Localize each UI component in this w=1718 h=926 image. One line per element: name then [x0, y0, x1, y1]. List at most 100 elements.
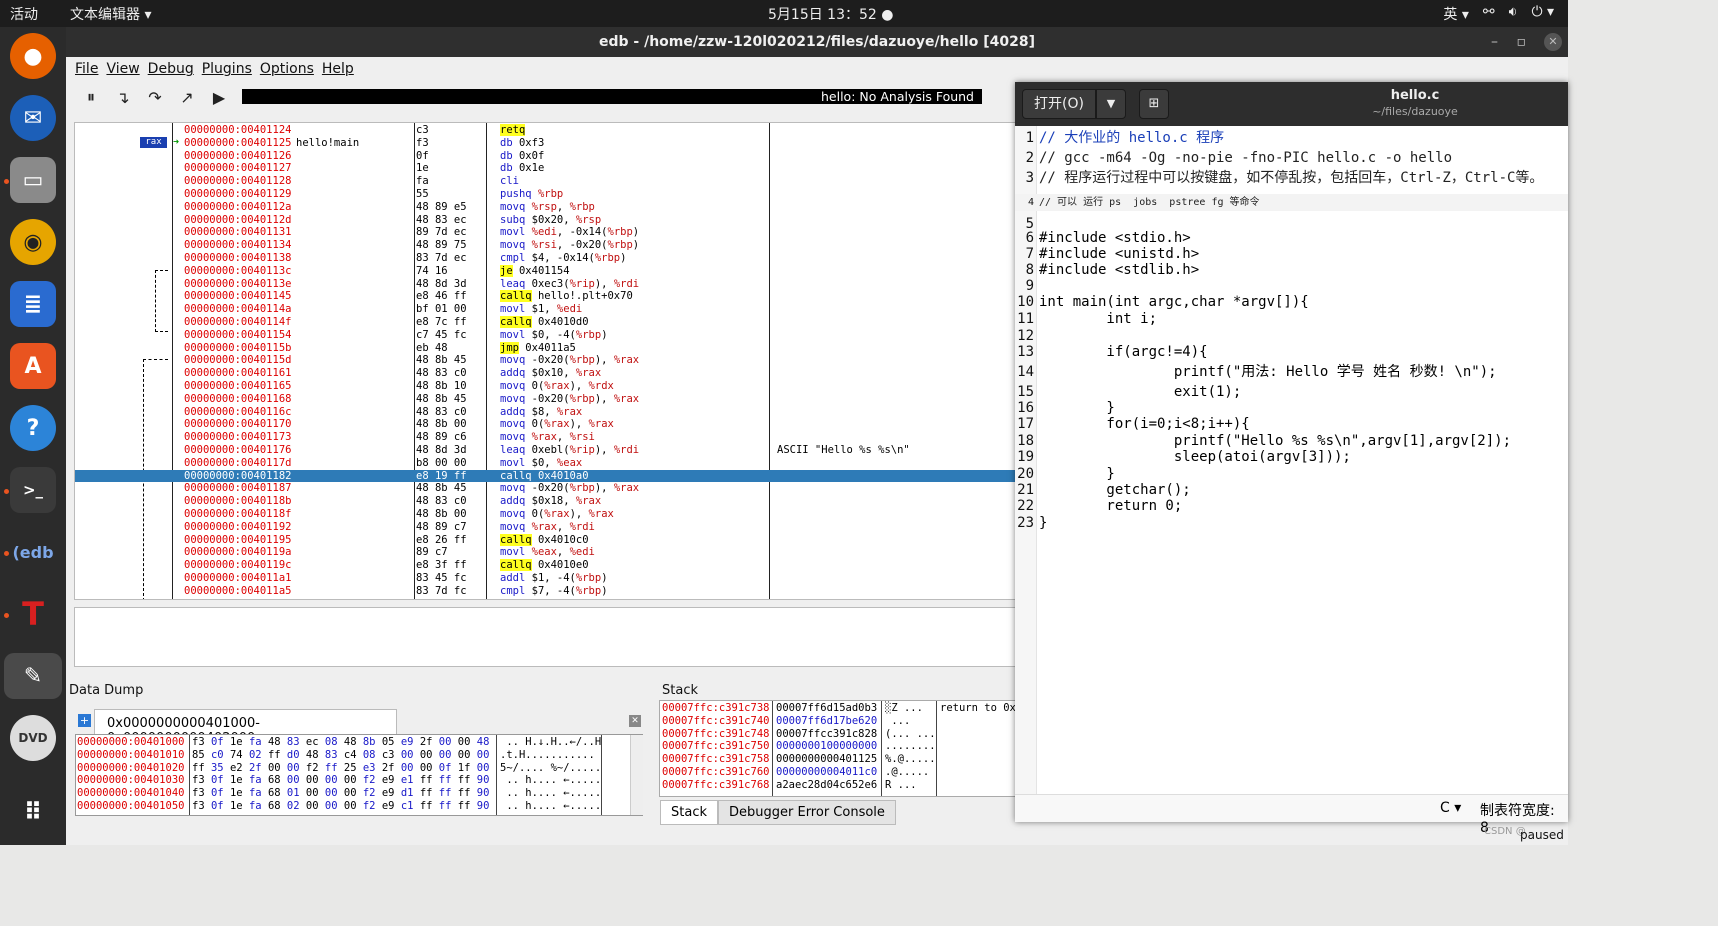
disasm-row[interactable]: 00000000:00401173 48 89 c6 movq %rax, %rsi: [75, 431, 1017, 444]
terminal-icon[interactable]: >_: [10, 467, 56, 513]
instruction-address: 00000000:00401134: [184, 239, 292, 252]
stack-value: 0000000100000000: [776, 740, 878, 753]
disasm-row[interactable]: 00000000:00401170 48 8b 00 movq 0(%rax), %…: [75, 418, 1017, 431]
firefox-icon[interactable]: ●: [10, 33, 56, 79]
code-line: 2 // gcc -m64 -Og -no-pie -fno-PIC hello.…: [1015, 150, 1568, 167]
minimize-icon[interactable]: –: [1491, 27, 1498, 57]
disasm-row[interactable]: 00000000:00401126 0f db 0x0f: [75, 150, 1017, 163]
maximize-icon[interactable]: ▫: [1517, 27, 1527, 57]
tab-debugger-error-console[interactable]: Debugger Error Console: [718, 800, 896, 825]
data-dump-tab[interactable]: 0x0000000000401000-0x0000000000402000: [94, 709, 397, 746]
stack-view[interactable]: 00007ffc:c391c738 00007ff6d15ad0b3 ░Z ... r…: [659, 700, 1017, 797]
menu-plugins[interactable]: Plugins: [202, 61, 252, 81]
disasm-row[interactable]: 00000000:0040114a bf 01 00 movl $1, %edi: [75, 303, 1017, 316]
pause-icon[interactable]: ⏸: [80, 86, 102, 108]
code-line: 9: [1015, 278, 1568, 295]
tex-icon[interactable]: T: [10, 591, 56, 637]
disasm-row[interactable]: 00000000:0040112a 48 89 e5 movq %rsp, %rbp: [75, 201, 1017, 214]
run-icon[interactable]: ▶: [208, 86, 230, 108]
register: %edi: [531, 226, 557, 239]
data-dump-view[interactable]: 00000000:00401000 f3 0f 1e fa 48 83 ec 08…: [75, 734, 643, 816]
code-line: 7 #include <unistd.h>: [1015, 246, 1568, 263]
disasm-row[interactable]: 00000000:0040113c 74 16 je 0x401154: [75, 264, 1017, 278]
scrollbar[interactable]: [630, 735, 643, 815]
disasm-row[interactable]: 00000000:0040118b 48 83 c0 addq $0x18, %ra…: [75, 495, 1017, 508]
open-button[interactable]: 打开(O): [1022, 89, 1096, 119]
disasm-row[interactable]: 00000000:00401145 e8 46 ff callq hello!.pl…: [75, 290, 1017, 303]
gedit-icon[interactable]: ✎: [4, 653, 62, 699]
disasm-row[interactable]: 00000000:0040113e 48 8d 3d leaq 0xec3(%rip…: [75, 277, 1017, 291]
language-selector[interactable]: C ▾: [1440, 800, 1461, 816]
activities-button[interactable]: 活动: [10, 4, 38, 24]
disasm-row[interactable]: 00000000:004011a5 83 7d fc cmpl $7, -4(%rb…: [75, 585, 1017, 598]
step-over-icon[interactable]: ↷: [144, 86, 166, 108]
close-tab-icon[interactable]: ✕: [629, 715, 641, 727]
disasm-row[interactable]: 00000000:0040117d b8 00 00 movl $0, %eax: [75, 457, 1017, 470]
line-number: 20: [1017, 466, 1034, 482]
disasm-row[interactable]: 00000000:00401124 c3 retq: [75, 124, 1017, 137]
disasm-row[interactable]: 00000000:00401168 48 8b 45 movq -0x20(%rbp…: [75, 393, 1017, 406]
editor-text-area[interactable]: 1 // 大作业的 hello.c 程序 2 // gcc -m64 -Og -no-…: [1015, 126, 1568, 794]
disassembly-view[interactable]: 00000000:00401124 c3 retq 00000000:00401125…: [74, 122, 1018, 600]
rhythmbox-icon[interactable]: ◉: [10, 219, 56, 265]
menu-file[interactable]: File: [75, 61, 98, 81]
disasm-row[interactable]: 00000000:00401161 48 83 c0 addq $0x10, %ra…: [75, 367, 1017, 380]
tab-stack[interactable]: Stack: [660, 800, 718, 825]
menu-help[interactable]: Help: [322, 61, 354, 81]
disasm-row[interactable]: 00000000:0040116c 48 83 c0 addq $8, %rax: [75, 405, 1017, 419]
apps-grid-icon[interactable]: ⠿: [10, 789, 56, 835]
menu-view[interactable]: View: [106, 61, 139, 81]
disasm-row[interactable]: 00000000:0040118f 48 8b 00 movq 0(%rax), %…: [75, 508, 1017, 521]
mnemonic: callq: [500, 533, 532, 546]
step-out-icon[interactable]: ↗: [176, 86, 198, 108]
new-document-icon[interactable]: ⊞: [1139, 89, 1169, 119]
disasm-row[interactable]: 00000000:0040115b eb 48 jmp 0x4011a5: [75, 341, 1017, 355]
menu-debug[interactable]: Debug: [148, 61, 194, 81]
disasm-row[interactable]: 00000000:00401176 48 8d 3d leaq 0xebl(%rip…: [75, 444, 1017, 457]
instruction-address: 00000000:0040116c: [184, 405, 292, 418]
disasm-row[interactable]: 00000000:004011a1 83 45 fc addl $1, -4(%rb…: [75, 572, 1017, 585]
disasm-row[interactable]: 00000000:00401128 fa cli: [75, 175, 1017, 188]
disasm-row[interactable]: 00000000:00401165 48 8b 10 movq 0(%rax), %…: [75, 380, 1017, 393]
help-icon[interactable]: ?: [10, 405, 56, 451]
disasm-row[interactable]: 00000000:00401134 48 89 75 movq %rsi, -0x2…: [75, 239, 1017, 252]
writer-icon[interactable]: ≣: [10, 281, 56, 327]
hex-byte: ec: [305, 736, 319, 748]
disasm-row[interactable]: 00000000:00401131 89 7d ec movl %edi, -0x1…: [75, 226, 1017, 239]
close-icon[interactable]: ✕: [1544, 33, 1562, 51]
disasm-row[interactable]: 00000000:00401154 c7 45 fc movl $0, -4(%rb…: [75, 329, 1017, 342]
add-tab-icon[interactable]: +: [78, 714, 91, 727]
disasm-row[interactable]: 00000000:0040112d 48 83 ec subq $0x20, %rs…: [75, 214, 1017, 227]
disasm-row[interactable]: 00000000:0040114f e8 7c ff callq 0x4010d0: [75, 316, 1017, 329]
code-line: 17 for(i=0;i<8;i++){: [1015, 416, 1568, 433]
files-icon[interactable]: ▭: [10, 157, 56, 203]
disasm-row[interactable]: 00000000:00401129 55 pushq %rbp: [75, 188, 1017, 201]
disasm-row[interactable]: 00000000:0040115d 48 8b 45 movq -0x20(%rbp…: [75, 354, 1017, 367]
dvd-icon[interactable]: DVD: [10, 715, 56, 761]
disasm-row[interactable]: 00000000:00401125 hello!main f3 db 0xf3: [75, 136, 1017, 150]
edb-icon[interactable]: (edb: [10, 529, 56, 575]
mnemonic: db: [500, 136, 513, 149]
app-menu-button[interactable]: 文本编辑器 ▾: [70, 4, 151, 24]
disasm-row[interactable]: 00000000:00401187 48 8b 45 movq -0x20(%rbp…: [75, 482, 1017, 495]
thunderbird-icon[interactable]: ✉: [10, 95, 56, 141]
disasm-row[interactable]: 00000000:00401127 1e db 0x1e: [75, 162, 1017, 175]
disasm-row[interactable]: 00000000:00401192 48 89 c7 movq %rax, %rdi: [75, 521, 1017, 534]
clock[interactable]: 5月15日 13：52 ●: [768, 4, 893, 24]
disasm-row[interactable]: 00000000:00401195 e8 26 ff callq 0x4010c0: [75, 533, 1017, 547]
system-tray[interactable]: 英 ▾ ⚯ 🔉︎ ⏻ ▾: [1443, 4, 1554, 24]
register: %rax: [613, 354, 640, 367]
menu-options[interactable]: Options: [260, 61, 314, 81]
input-method[interactable]: 英 ▾: [1443, 4, 1468, 24]
instruction-bytes: 89 7d ec: [416, 226, 467, 239]
disasm-row[interactable]: 00000000:00401138 83 7d ec cmpl $4, -0x14(…: [75, 252, 1017, 265]
stack-value: 0000000000401125: [776, 753, 878, 766]
software-icon[interactable]: A: [10, 343, 56, 389]
disasm-row[interactable]: 00000000:0040119c e8 3f ff callq 0x4010e0: [75, 559, 1017, 572]
disasm-row[interactable]: 00000000:0040119a 89 c7 movl %eax, %edi: [75, 546, 1017, 559]
code-line: 19 sleep(atoi(argv[3]));: [1015, 449, 1568, 466]
step-into-icon[interactable]: ↴: [112, 86, 134, 108]
register: %rdi: [613, 277, 640, 290]
chevron-down-icon[interactable]: ▼: [1096, 89, 1126, 119]
disasm-row[interactable]: 00000000:00401182 e8 19 ff callq 0x4010a0: [75, 469, 1017, 483]
